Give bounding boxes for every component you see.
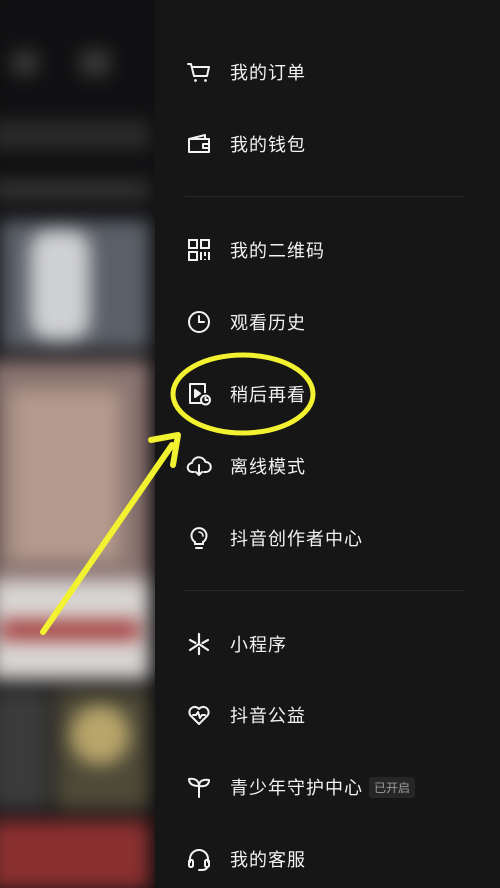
qr-code-icon <box>185 236 213 264</box>
menu-item-charity[interactable]: 抖音公益 <box>185 695 306 735</box>
menu-divider <box>185 196 465 197</box>
menu-item-label: 离线模式 <box>230 457 306 478</box>
menu-item-label: 我的订单 <box>230 63 306 84</box>
side-drawer-menu: 我的订单 我的钱包 我的二维码 观看历史 稍后再看 离线模式 抖音创作者中心 小… <box>155 0 500 888</box>
menu-divider <box>185 590 465 591</box>
status-badge: 已开启 <box>369 776 416 798</box>
mini-program-icon <box>185 630 213 658</box>
menu-item-my-qr-code[interactable]: 我的二维码 <box>185 230 325 270</box>
cart-icon <box>185 58 213 86</box>
clock-icon <box>185 308 213 336</box>
menu-item-mini-programs[interactable]: 小程序 <box>185 624 287 664</box>
watch-later-icon <box>185 380 213 408</box>
sprout-icon <box>185 773 213 801</box>
headset-icon <box>185 845 213 873</box>
menu-item-label: 我的客服 <box>230 850 306 871</box>
heart-charity-icon <box>185 701 213 729</box>
lightbulb-icon <box>185 524 213 552</box>
menu-item-customer-service[interactable]: 我的客服 <box>185 839 306 879</box>
menu-item-label: 抖音创作者中心 <box>230 529 363 550</box>
menu-item-label: 我的二维码 <box>230 241 325 262</box>
menu-item-label: 小程序 <box>230 635 287 656</box>
wallet-icon <box>185 130 213 158</box>
menu-item-label: 我的钱包 <box>230 135 306 156</box>
menu-item-creator-center[interactable]: 抖音创作者中心 <box>185 518 363 558</box>
menu-item-label: 青少年守护中心 <box>230 778 363 799</box>
menu-item-watch-history[interactable]: 观看历史 <box>185 302 306 342</box>
menu-item-youth-protection[interactable]: 青少年守护中心 已开启 <box>185 767 416 807</box>
menu-item-my-wallet[interactable]: 我的钱包 <box>185 124 306 164</box>
cloud-download-icon <box>185 452 213 480</box>
menu-item-offline-mode[interactable]: 离线模式 <box>185 446 306 486</box>
menu-item-label: 稍后再看 <box>230 385 306 406</box>
menu-item-watch-later[interactable]: 稍后再看 <box>185 374 306 414</box>
menu-item-my-orders[interactable]: 我的订单 <box>185 52 306 92</box>
menu-item-label: 观看历史 <box>230 313 306 334</box>
menu-item-label: 抖音公益 <box>230 706 306 727</box>
